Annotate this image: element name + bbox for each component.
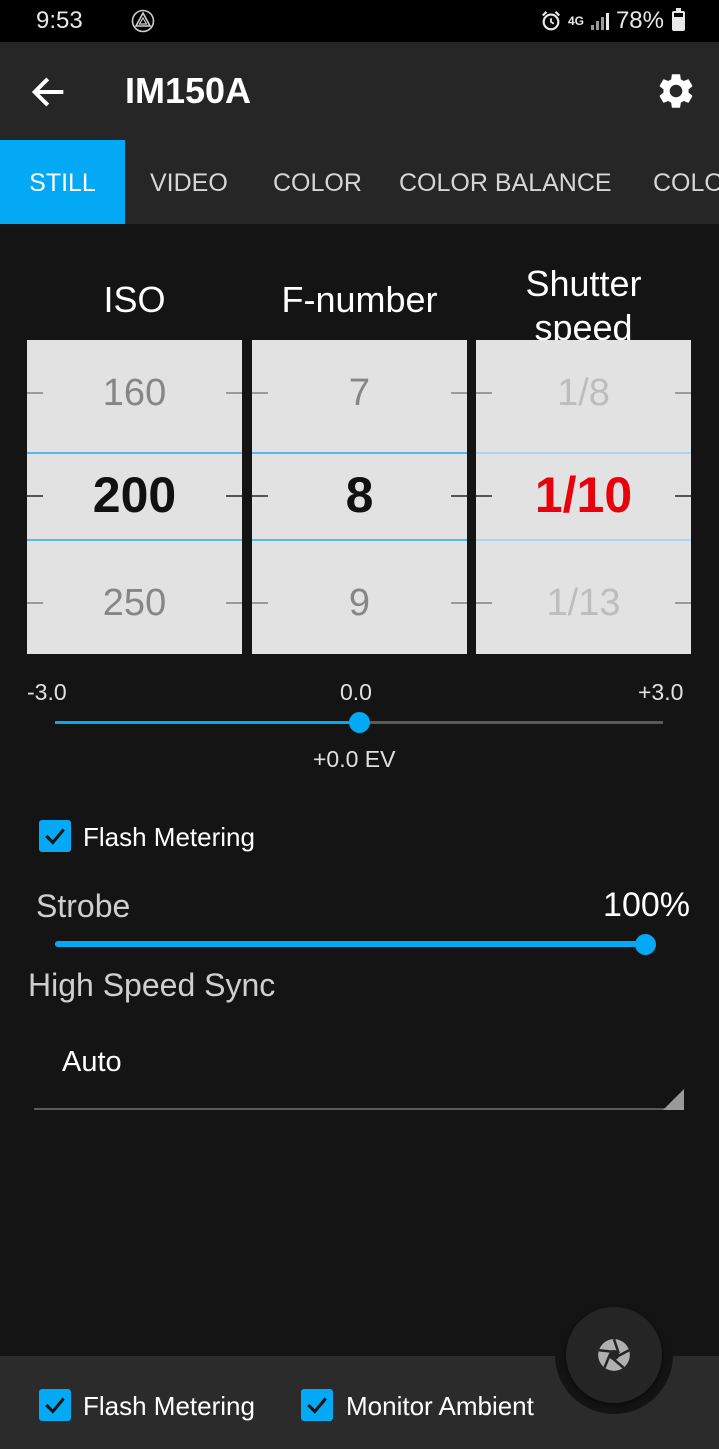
tab-bar: STILL VIDEO COLOR COLOR BALANCE COLO: [0, 140, 719, 224]
ev-mid-label: 0.0: [340, 679, 372, 705]
monitor-ambient-checkbox[interactable]: [301, 1389, 333, 1421]
fnumber-heading: F-number: [281, 279, 438, 320]
flash-metering-checkbox[interactable]: [39, 820, 71, 852]
monitor-ambient-label: Monitor Ambient: [346, 1391, 534, 1421]
picker-highlight-top: [252, 452, 467, 454]
tab-color-balance[interactable]: COLOR BALANCE: [399, 140, 612, 224]
ev-slider-thumb[interactable]: [349, 712, 370, 733]
checkmark-icon: [307, 1397, 327, 1414]
status-bar: 9:53 4G 78%: [0, 0, 719, 42]
tab-color-more[interactable]: COLO: [653, 140, 719, 224]
ev-value-label: +0.0 EV: [313, 746, 396, 772]
shutter-heading-line1: Shutter: [525, 263, 642, 304]
strobe-label: Strobe: [36, 888, 131, 924]
shutter-speed-heading: Shutter speed: [476, 262, 691, 350]
bottom-flash-metering-checkbox[interactable]: [39, 1389, 71, 1421]
gear-icon[interactable]: [655, 70, 697, 112]
tab-video[interactable]: VIDEO: [150, 140, 228, 224]
signal-icon: [590, 13, 609, 30]
arrow-left-icon[interactable]: [28, 72, 68, 112]
picker-highlight-bottom: [252, 539, 467, 541]
strobe-value: 100%: [603, 886, 690, 924]
notification-app-icon: [131, 9, 155, 33]
battery-icon: [672, 8, 685, 31]
network-type: 4G: [567, 13, 584, 28]
ev-min-label: -3.0: [27, 679, 67, 705]
fnumber-next-value: 9: [348, 582, 371, 624]
checkmark-icon: [45, 828, 65, 845]
iso-picker[interactable]: 160 200 250: [27, 340, 242, 654]
app-bar: IM150A: [0, 42, 719, 140]
iso-current-value: 200: [92, 467, 177, 523]
ev-max-label: +3.0: [638, 679, 684, 705]
shutter-prev-value: 1/8: [557, 372, 610, 414]
fnumber-prev-value: 7: [348, 372, 371, 414]
strobe-slider-thumb[interactable]: [635, 934, 656, 955]
picker-highlight-top: [27, 452, 242, 454]
high-speed-sync-dropdown[interactable]: Auto: [62, 1046, 122, 1079]
bottom-flash-metering-label: Flash Metering: [83, 1391, 255, 1421]
iso-heading: ISO: [103, 279, 166, 320]
tab-color[interactable]: COLOR: [273, 140, 362, 224]
shutter-button[interactable]: [566, 1307, 662, 1403]
battery-percent: 78%: [615, 7, 664, 34]
ev-slider-fill: [55, 721, 359, 724]
status-time: 9:53: [36, 7, 83, 34]
picker-highlight-top: [476, 452, 691, 454]
shutter-speed-picker[interactable]: 1/8 1/10 1/13: [476, 340, 691, 654]
shutter-next-value: 1/13: [546, 582, 621, 624]
high-speed-sync-label: High Speed Sync: [28, 967, 276, 1003]
picker-highlight-bottom: [27, 539, 242, 541]
status-icons: 4G 78%: [540, 7, 685, 35]
checkmark-icon: [45, 1397, 65, 1414]
picker-highlight-bottom: [476, 539, 691, 541]
alarm-icon: [541, 11, 560, 31]
page-title: IM150A: [125, 70, 252, 111]
flash-metering-label: Flash Metering: [83, 822, 255, 852]
dropdown-arrow-icon[interactable]: [663, 1089, 684, 1110]
shutter-current-value: 1/10: [534, 467, 633, 523]
tab-still[interactable]: STILL: [0, 140, 125, 224]
iso-next-value: 250: [102, 582, 167, 624]
strobe-slider-fill: [55, 941, 645, 947]
aperture-icon: [598, 1338, 630, 1371]
iso-prev-value: 160: [102, 372, 167, 414]
fnumber-current-value: 8: [345, 467, 374, 523]
fnumber-picker[interactable]: 7 8 9: [252, 340, 467, 654]
dropdown-underline: [34, 1108, 684, 1110]
